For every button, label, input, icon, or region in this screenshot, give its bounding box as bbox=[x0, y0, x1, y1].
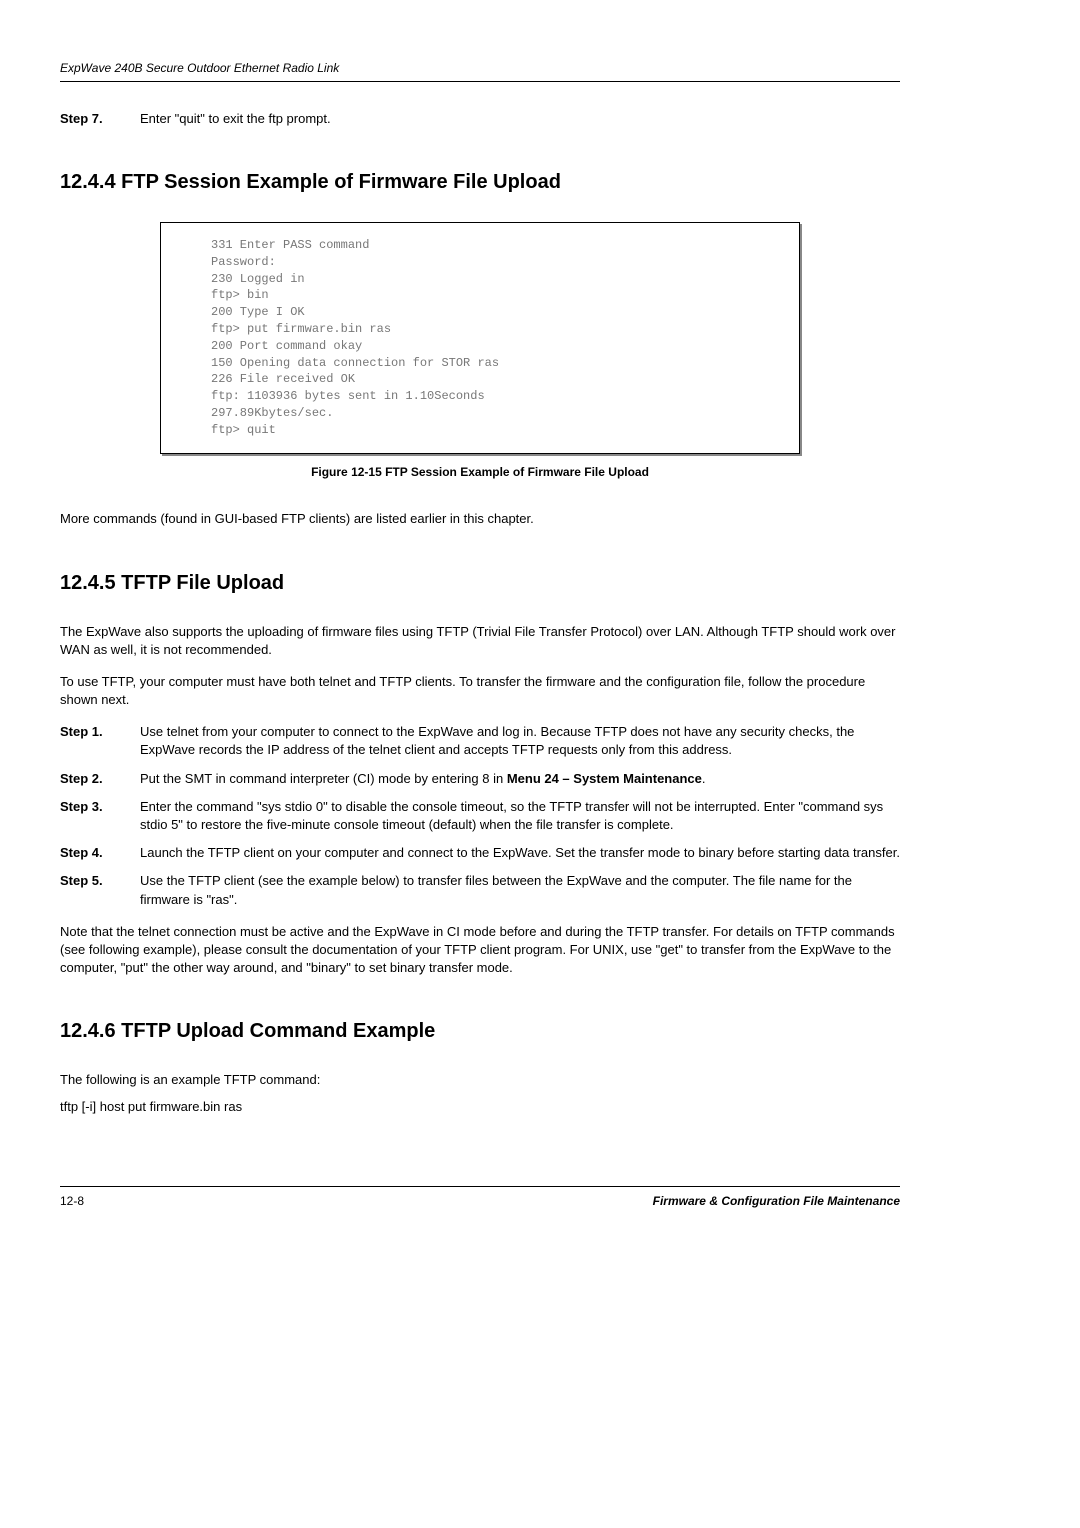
step-label: Step 7. bbox=[60, 110, 140, 128]
step-body: Launch the TFTP client on your computer … bbox=[140, 844, 900, 862]
page-header-title: ExpWave 240B Secure Outdoor Ethernet Rad… bbox=[60, 60, 900, 77]
step-row: Step 2. Put the SMT in command interpret… bbox=[60, 770, 900, 788]
step-row: Step 3. Enter the command "sys stdio 0" … bbox=[60, 798, 900, 834]
command-line: tftp [-i] host put firmware.bin ras bbox=[60, 1098, 900, 1116]
figure-caption: Figure 12-15 FTP Session Example of Firm… bbox=[60, 464, 900, 481]
step-body: Use telnet from your computer to connect… bbox=[140, 723, 900, 759]
step-body: Enter "quit" to exit the ftp prompt. bbox=[140, 110, 900, 128]
step-row: Step 5. Use the TFTP client (see the exa… bbox=[60, 872, 900, 908]
step-bold: Menu 24 – System Maintenance bbox=[507, 771, 702, 786]
footer-page-number: 12-8 bbox=[60, 1193, 84, 1210]
step-body: Use the TFTP client (see the example bel… bbox=[140, 872, 900, 908]
step-row: Step 1. Use telnet from your computer to… bbox=[60, 723, 900, 759]
step-label: Step 5. bbox=[60, 872, 140, 908]
section-heading-tftp-command-example: 12.4.6 TFTP Upload Command Example bbox=[60, 1017, 900, 1045]
step-label: Step 4. bbox=[60, 844, 140, 862]
paragraph: The ExpWave also supports the uploading … bbox=[60, 623, 900, 659]
page-footer: 12-8 Firmware & Configuration File Maint… bbox=[60, 1186, 900, 1210]
paragraph: More commands (found in GUI-based FTP cl… bbox=[60, 510, 900, 528]
section-heading-ftp-example: 12.4.4 FTP Session Example of Firmware F… bbox=[60, 168, 900, 196]
step-body: Put the SMT in command interpreter (CI) … bbox=[140, 770, 900, 788]
paragraph: The following is an example TFTP command… bbox=[60, 1071, 900, 1089]
step-label: Step 3. bbox=[60, 798, 140, 834]
step-row: Step 7. Enter "quit" to exit the ftp pro… bbox=[60, 110, 900, 128]
step-body: Enter the command "sys stdio 0" to disab… bbox=[140, 798, 900, 834]
step-text: . bbox=[702, 771, 706, 786]
header-rule bbox=[60, 81, 900, 82]
footer-section-title: Firmware & Configuration File Maintenanc… bbox=[653, 1193, 900, 1210]
paragraph: Note that the telnet connection must be … bbox=[60, 923, 900, 978]
paragraph: To use TFTP, your computer must have bot… bbox=[60, 673, 900, 709]
step-label: Step 2. bbox=[60, 770, 140, 788]
step-label: Step 1. bbox=[60, 723, 140, 759]
step-row: Step 4. Launch the TFTP client on your c… bbox=[60, 844, 900, 862]
steps-list: Step 1. Use telnet from your computer to… bbox=[60, 723, 900, 909]
ftp-session-code: 331 Enter PASS command Password: 230 Log… bbox=[160, 222, 800, 454]
step-text: Put the SMT in command interpreter (CI) … bbox=[140, 771, 507, 786]
section-heading-tftp-upload: 12.4.5 TFTP File Upload bbox=[60, 569, 900, 597]
